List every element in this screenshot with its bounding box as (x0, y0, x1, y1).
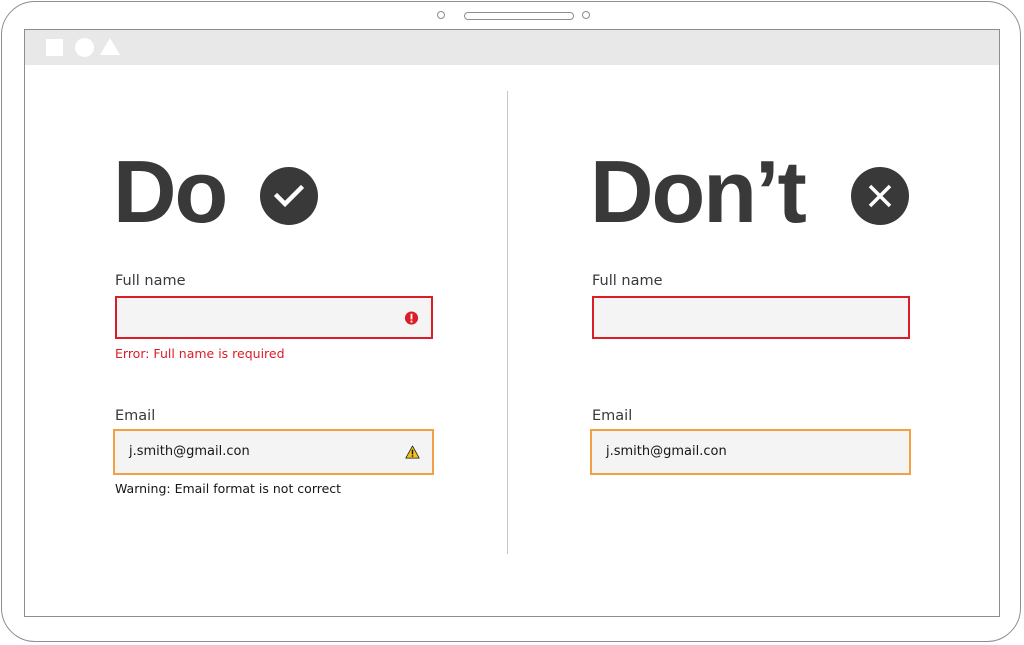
square-icon (46, 39, 63, 56)
circle-icon (75, 38, 94, 57)
error-filled-icon (404, 310, 419, 325)
warning-icon (405, 445, 420, 459)
full-name-input[interactable] (115, 296, 433, 339)
email-value: j.smith@gmail.con (606, 444, 727, 459)
speaker-slot (464, 12, 574, 20)
email-label: Email (115, 408, 156, 424)
screen: Do Full name Error: Full name is require… (24, 29, 1000, 617)
email-input[interactable]: j.smith@gmail.con (590, 429, 911, 475)
full-name-label: Full name (115, 273, 186, 289)
dont-panel: Don’t Full name Email j.smith@gmail.con (590, 30, 952, 590)
do-heading: Do (113, 142, 228, 241)
email-warning-message: Warning: Email format is not correct (115, 481, 342, 496)
column-divider (507, 91, 508, 554)
full-name-error-message: Error: Full name is required (115, 346, 285, 361)
email-label: Email (592, 408, 633, 424)
sensor-dot (582, 11, 590, 19)
full-name-label: Full name (592, 273, 663, 289)
email-value: j.smith@gmail.con (129, 444, 250, 459)
camera-dot (437, 11, 445, 19)
checkmark-icon (260, 167, 318, 225)
full-name-input[interactable] (592, 296, 910, 339)
do-panel: Do Full name Error: Full name is require… (113, 30, 475, 590)
close-icon (851, 167, 909, 225)
dont-heading: Don’t (590, 142, 807, 241)
email-input[interactable]: j.smith@gmail.con (113, 429, 434, 475)
